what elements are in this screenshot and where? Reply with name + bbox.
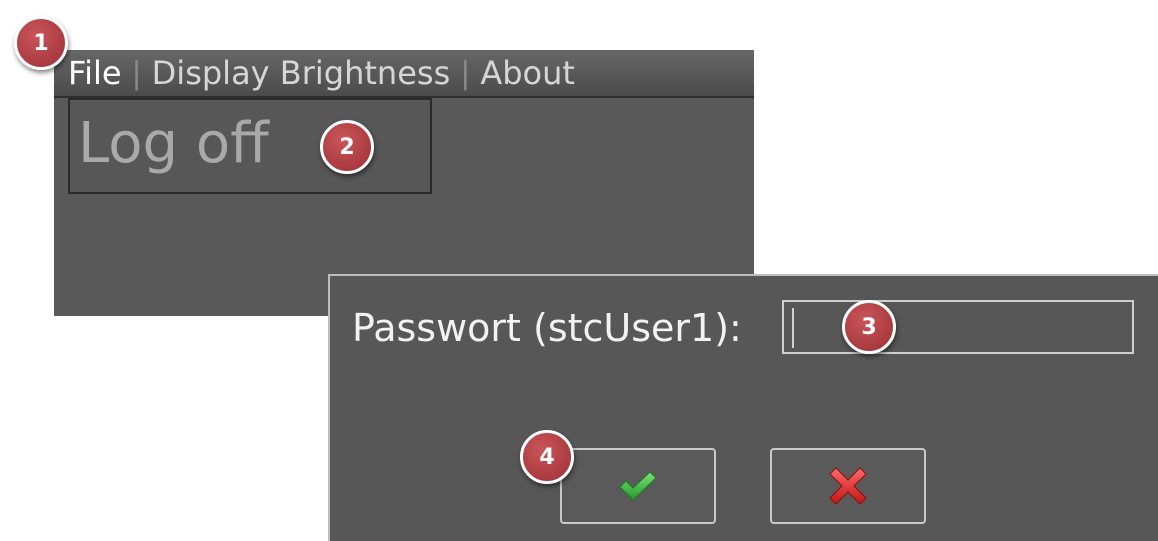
step-badge-3: 3 — [842, 300, 896, 354]
menu-about[interactable]: About — [480, 54, 575, 92]
text-caret — [792, 308, 794, 348]
menu-item-log-off[interactable]: Log off — [78, 110, 269, 177]
step-badge-1: 1 — [14, 16, 68, 70]
file-dropdown-menu: Log off — [68, 98, 432, 194]
menu-display-brightness[interactable]: Display Brightness — [152, 54, 451, 92]
confirm-button[interactable] — [560, 448, 716, 524]
password-dialog: Passwort (stcUser1): — [328, 274, 1158, 541]
step-badge-2: 2 — [320, 120, 374, 174]
step-badge-4: 4 — [520, 430, 574, 484]
red-x-icon — [829, 467, 867, 505]
password-label: Passwort (stcUser1): — [352, 306, 742, 350]
checkmark-icon — [619, 471, 657, 501]
menubar: File | Display Brightness | About — [54, 50, 754, 98]
password-input[interactable] — [782, 300, 1134, 354]
menu-file[interactable]: File — [68, 54, 122, 92]
menu-separator: | — [460, 55, 471, 91]
cancel-button[interactable] — [770, 448, 926, 524]
menu-separator: | — [131, 55, 142, 91]
